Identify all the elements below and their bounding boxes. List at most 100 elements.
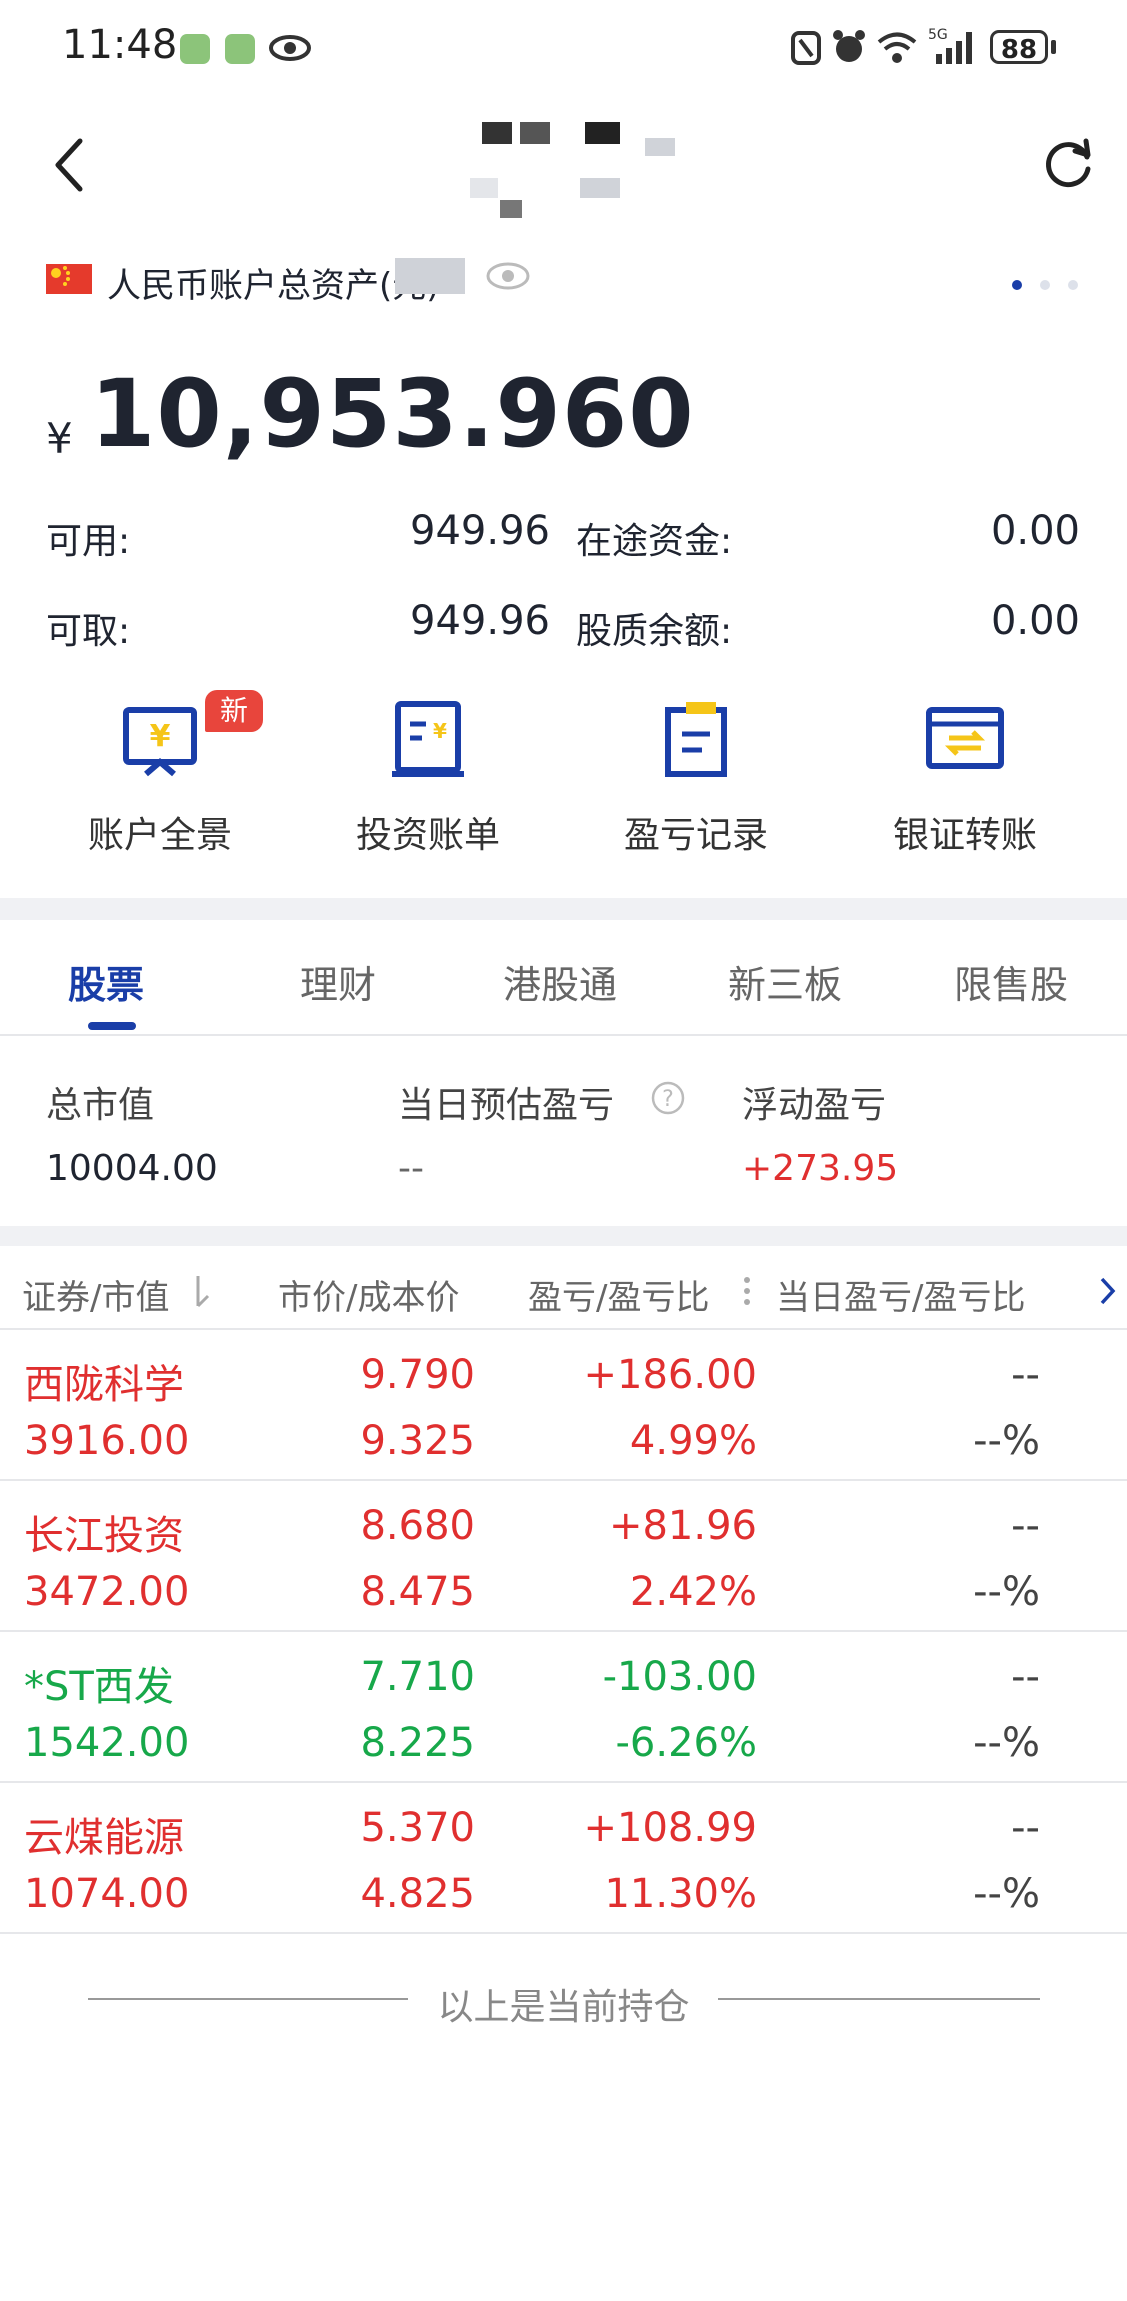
stock-price: 7.710: [360, 1654, 475, 1700]
total-assets: 10,953.960: [90, 360, 695, 469]
withdrawable-label: 可取:: [46, 611, 131, 652]
tab-hk-connect[interactable]: 港股通: [503, 954, 617, 1009]
stock-pnl-pct: 2.42%: [629, 1569, 757, 1615]
pnl-record-label: 盈亏记录: [623, 815, 768, 856]
stock-pnl-pct: -6.26%: [615, 1720, 757, 1766]
account-title: 人民币账户总资产(元): [107, 266, 440, 306]
bank-transfer-button[interactable]: 银证转账: [840, 700, 1090, 858]
stock-name: 云煤能源: [24, 1815, 184, 1861]
column-drag-icon[interactable]: [742, 1274, 752, 1310]
visibility-toggle-icon[interactable]: [483, 258, 533, 294]
redacted-block: [395, 258, 465, 294]
tab-stocks[interactable]: 股票: [68, 954, 144, 1009]
stock-market-value: 3916.00: [24, 1418, 190, 1464]
pledge-label: 股质余额:: [576, 611, 733, 652]
stock-cost: 4.825: [360, 1871, 475, 1917]
stock-cost: 8.225: [360, 1720, 475, 1766]
table-row[interactable]: *ST西发 1542.00 7.710 8.225 -103.00 -6.26% -- --%: [0, 1632, 1127, 1783]
market-value: 10004.00: [46, 1148, 218, 1189]
nfc-icon: [791, 31, 821, 65]
account-overview-icon: ¥: [123, 707, 197, 777]
sort-down-icon[interactable]: [190, 1274, 214, 1310]
pledge-value: 0.00: [990, 598, 1080, 644]
stock-market-value: 1074.00: [24, 1871, 190, 1917]
wifi-icon: [877, 32, 917, 63]
bank-transfer-label: 银证转账: [892, 815, 1037, 856]
stock-name: *ST西发: [24, 1664, 174, 1710]
stock-pnl: -103.00: [602, 1654, 757, 1700]
pnl-record-button[interactable]: 盈亏记录: [571, 700, 821, 858]
daily-pnl-label: 当日预估盈亏: [398, 1085, 615, 1126]
stock-pnl-pct: 4.99%: [629, 1418, 757, 1464]
row-divider: [0, 1932, 1127, 1934]
in-transit-value: 0.00: [990, 508, 1080, 554]
float-pnl-label: 浮动盈亏: [742, 1085, 887, 1126]
table-row[interactable]: 长江投资 3472.00 8.680 8.475 +81.96 2.42% -- --%: [0, 1481, 1127, 1632]
app-notification-icon: [225, 34, 255, 64]
investment-bill-icon: ¥: [392, 701, 464, 777]
stock-day-pnl: --: [1011, 1503, 1040, 1549]
pnl-record-icon: [665, 702, 727, 777]
currency-symbol: ¥: [46, 414, 73, 463]
stock-day-pct: --%: [973, 1720, 1040, 1766]
footer-text: 以上是当前持仓: [437, 1987, 690, 2028]
stock-cost: 8.475: [360, 1569, 475, 1615]
investment-bill-label: 投资账单: [355, 815, 500, 856]
stock-price: 8.680: [360, 1503, 475, 1549]
help-icon[interactable]: ?: [650, 1080, 686, 1116]
page-dot: [1040, 280, 1050, 290]
alarm-icon: [833, 30, 865, 62]
svg-text:¥: ¥: [433, 719, 447, 743]
in-transit-label: 在途资金:: [576, 521, 733, 562]
new-badge: 新: [205, 690, 263, 732]
tab-wealth[interactable]: 理财: [300, 954, 376, 1009]
status-bar: 11:48 5G 88: [0, 0, 1127, 95]
eye-icon: [269, 35, 311, 61]
battery-tip: [1051, 40, 1056, 54]
tab-neeq[interactable]: 新三板: [728, 954, 842, 1009]
header-pnl[interactable]: 盈亏/盈亏比: [528, 1270, 709, 1319]
footer-line-right: [718, 1998, 1040, 2000]
bank-transfer-icon: [926, 707, 1004, 769]
chevron-right-icon[interactable]: [1098, 1275, 1118, 1307]
svg-text:¥: ¥: [150, 719, 171, 754]
stock-name: 西陇科学: [24, 1362, 184, 1408]
stock-day-pct: --%: [973, 1871, 1040, 1917]
table-row[interactable]: 云煤能源 1074.00 5.370 4.825 +108.99 11.30% -- --%: [0, 1783, 1127, 1934]
tab-restricted[interactable]: 限售股: [954, 954, 1068, 1009]
table-row[interactable]: 西陇科学 3916.00 9.790 9.325 +186.00 4.99% -- --%: [0, 1330, 1127, 1481]
stock-pnl-pct: 11.30%: [604, 1871, 757, 1917]
stock-day-pnl: --: [1011, 1654, 1040, 1700]
stock-market-value: 3472.00: [24, 1569, 190, 1615]
stock-pnl: +81.96: [608, 1503, 757, 1549]
header-price[interactable]: 市价/成本价: [278, 1270, 459, 1319]
stock-price: 9.790: [360, 1352, 475, 1398]
stock-day-pct: --%: [973, 1569, 1040, 1615]
status-time: 11:48: [62, 22, 178, 68]
withdrawable-value: 949.96: [410, 598, 550, 644]
app-notification-icon: [180, 34, 210, 64]
tab-active-indicator: [88, 1022, 136, 1030]
stock-market-value: 1542.00: [24, 1720, 190, 1766]
tabs-divider: [0, 1034, 1127, 1036]
section-divider: [0, 1226, 1127, 1246]
stock-cost: 9.325: [360, 1418, 475, 1464]
stock-day-pct: --%: [973, 1418, 1040, 1464]
svg-text:?: ?: [662, 1087, 674, 1112]
battery-indicator: 88: [990, 30, 1048, 65]
page-title-redacted: [470, 118, 690, 218]
back-arrow-icon[interactable]: [50, 135, 90, 195]
stock-pnl: +186.00: [583, 1352, 757, 1398]
refresh-icon[interactable]: [1040, 135, 1096, 191]
float-pnl: +273.95: [742, 1148, 899, 1189]
market-value-label: 总市值: [46, 1085, 155, 1126]
daily-pnl: --: [398, 1148, 424, 1189]
header-security[interactable]: 证券/市值: [22, 1270, 169, 1319]
page-dot: [1068, 280, 1078, 290]
header-daily-pnl[interactable]: 当日盈亏/盈亏比: [776, 1270, 1025, 1319]
stock-name: 长江投资: [24, 1513, 184, 1559]
stock-day-pnl: --: [1011, 1805, 1040, 1851]
investment-bill-button[interactable]: ¥ 投资账单: [303, 700, 553, 858]
stock-price: 5.370: [360, 1805, 475, 1851]
stock-day-pnl: --: [1011, 1352, 1040, 1398]
